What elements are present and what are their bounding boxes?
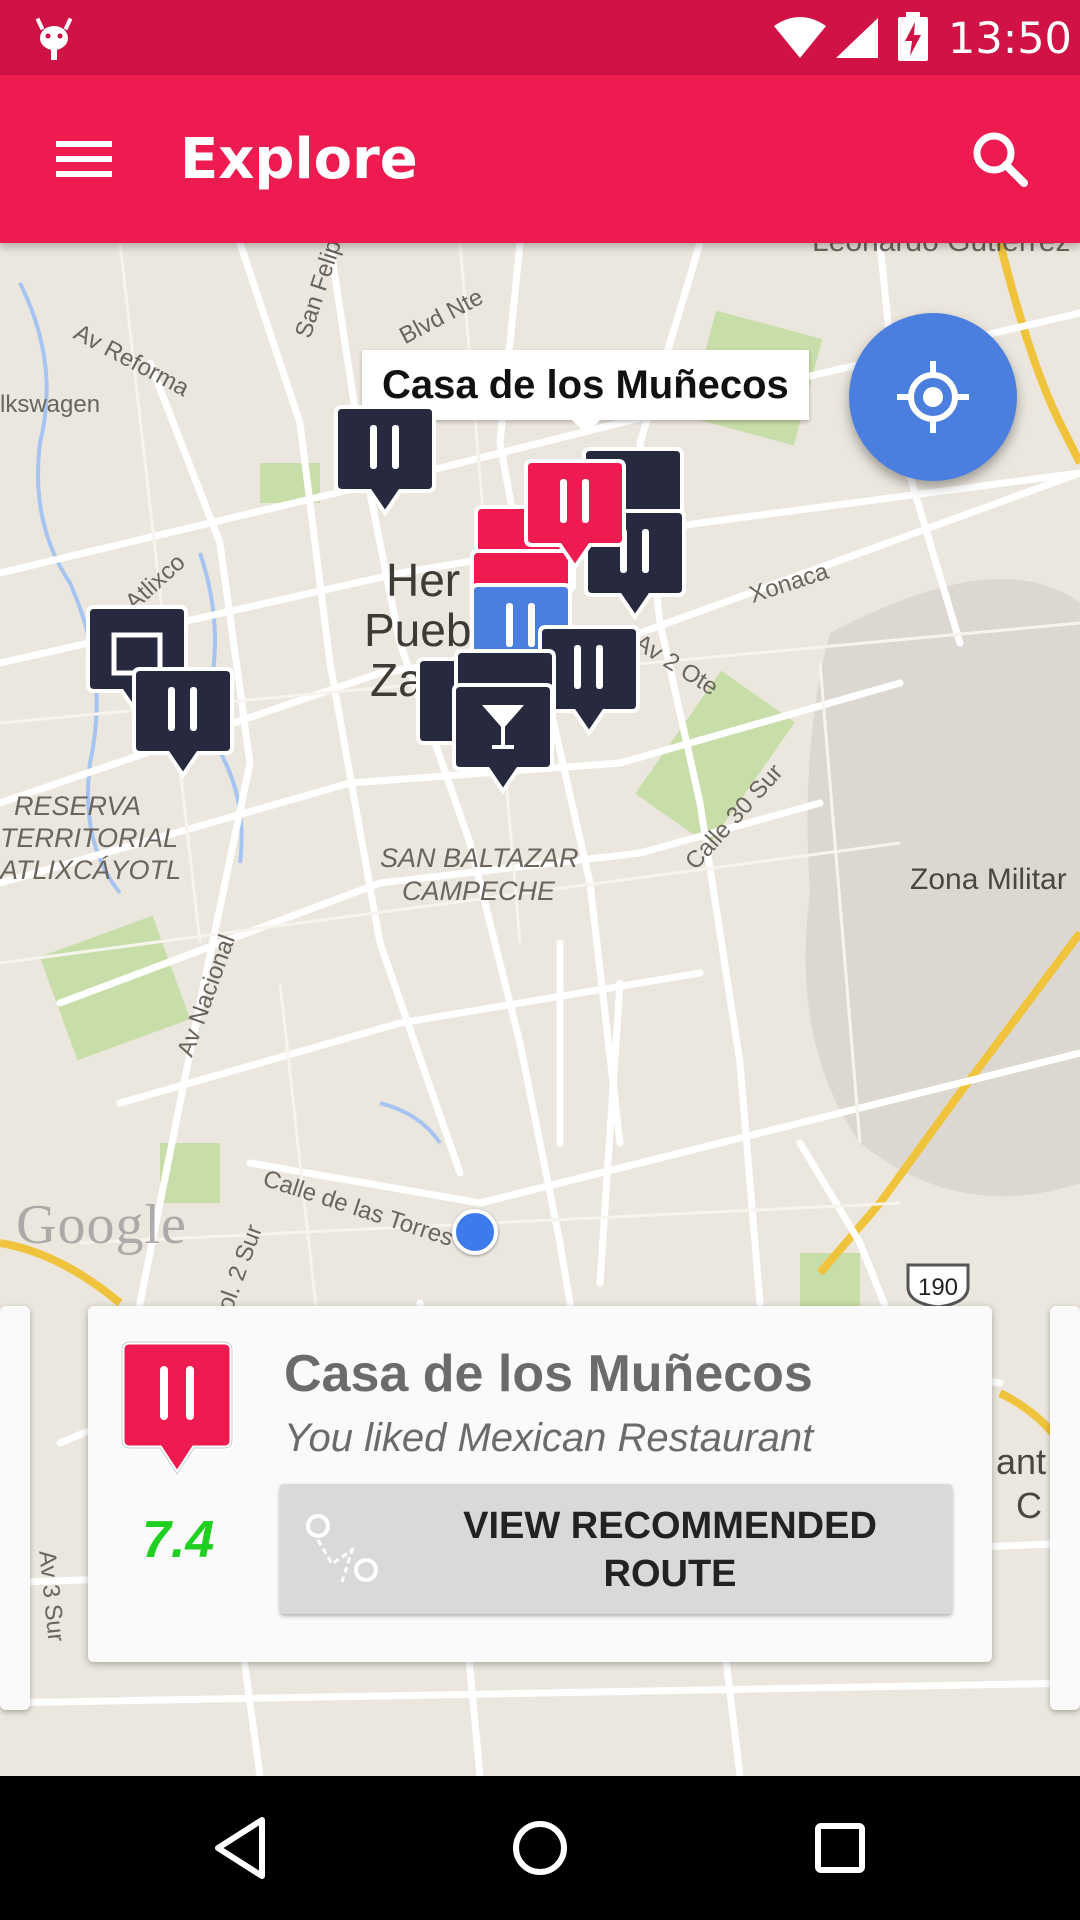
highway-number: 190: [918, 1274, 958, 1301]
view-route-button[interactable]: VIEW RECOMMENDED ROUTE: [280, 1484, 952, 1614]
home-icon[interactable]: [500, 1808, 580, 1888]
place-subtitle: You liked Mexican Restaurant: [284, 1416, 814, 1460]
highway-shield-icon: 190: [906, 1263, 970, 1309]
wifi-icon: [774, 17, 826, 58]
battery-charging-icon: [898, 12, 928, 61]
place-card[interactable]: 7.4 Casa de los Muñecos You liked Mexica…: [88, 1306, 992, 1662]
hamburger-menu-icon: [56, 141, 112, 177]
clock: 13:50: [948, 14, 1072, 64]
selected-restaurant-pin[interactable]: [520, 455, 630, 587]
map-label: ant: [996, 1441, 1047, 1482]
current-location-dot: [452, 1209, 498, 1255]
bar-pin[interactable]: [448, 679, 558, 811]
menu-button[interactable]: [40, 119, 128, 199]
map-label: ATLIXCÁYOTL: [0, 855, 182, 885]
place-title: Casa de los Muñecos: [284, 1345, 813, 1403]
cell-signal-icon: [836, 18, 878, 58]
app-bar: Explore: [0, 75, 1080, 243]
page-title: Explore: [180, 127, 418, 192]
google-logo: Google: [16, 1194, 187, 1256]
map-label: Her: [386, 554, 461, 606]
search-icon: [973, 132, 1028, 187]
map-label: Zona Militar: [910, 863, 1067, 896]
restaurant-pin[interactable]: [128, 663, 238, 795]
map-label: CAMPECHE: [402, 876, 556, 906]
my-location-button[interactable]: [849, 313, 1017, 481]
map-label: SAN BALTAZAR: [380, 843, 579, 873]
back-icon[interactable]: [200, 1808, 280, 1888]
restaurant-pin[interactable]: [330, 401, 440, 533]
map-label: Leonardo Gutiérrez: [812, 243, 1071, 259]
map-label: C: [1016, 1485, 1042, 1526]
route-icon: [306, 1514, 378, 1583]
map-label: lkswagen: [0, 391, 101, 418]
status-bar: 13:50: [0, 0, 1080, 75]
search-button[interactable]: [960, 119, 1040, 199]
map-label: RESERVA: [14, 791, 142, 821]
place-score: 7.4: [142, 1511, 215, 1569]
previous-card[interactable]: [0, 1306, 30, 1710]
my-location-icon: [897, 361, 969, 433]
restaurant-pin-icon: [119, 1339, 235, 1479]
map-label: TERRITORIAL: [0, 823, 179, 853]
android-debug-icon: [35, 17, 73, 60]
view-route-label: VIEW RECOMMENDED ROUTE: [463, 1505, 877, 1595]
explore-screen: 13:50 Explore Av Reforma lkswagen San Fe…: [0, 0, 1080, 1920]
navigation-bar: [0, 1776, 1080, 1920]
next-card[interactable]: [1050, 1306, 1080, 1710]
recents-icon[interactable]: [800, 1808, 880, 1888]
